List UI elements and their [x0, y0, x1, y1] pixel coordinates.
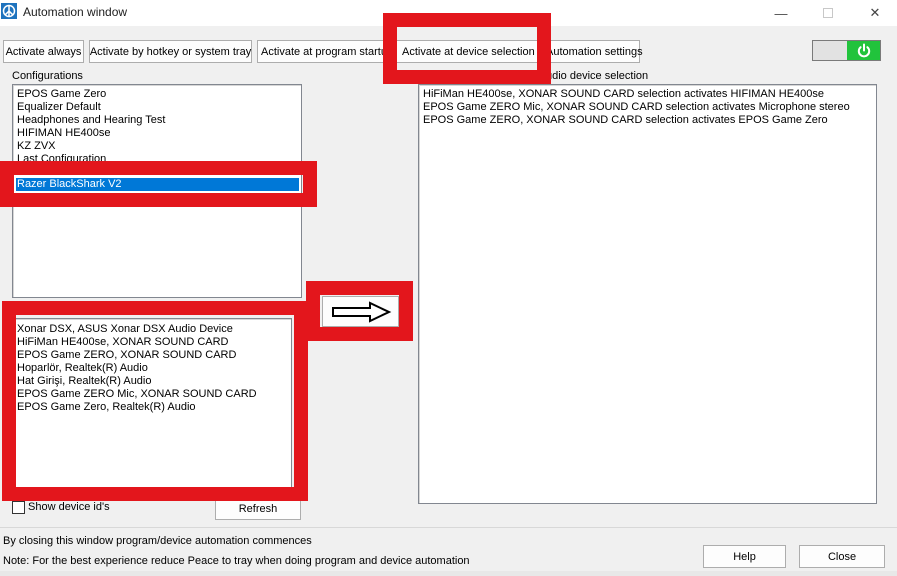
- audio-device-selection-list[interactable]: HiFiMan HE400se, XONAR SOUND CARD select…: [418, 84, 877, 504]
- help-button[interactable]: Help: [703, 545, 786, 568]
- automation-window: Automation window — ✕ Activate always Ac…: [0, 0, 897, 576]
- power-icon: [857, 43, 870, 57]
- tab-activate-at-device-selection[interactable]: Activate at device selection Automation …: [396, 40, 643, 63]
- list-item[interactable]: EPOS Game ZERO, XONAR SOUND CARD selecti…: [423, 114, 828, 127]
- list-item[interactable]: Last Configuration: [17, 153, 106, 166]
- maximize-icon: [823, 8, 833, 18]
- list-item[interactable]: Headphones and Hearing Test: [17, 114, 165, 127]
- tab-activate-always[interactable]: Activate always: [3, 40, 84, 63]
- automation-toggle[interactable]: [812, 40, 881, 61]
- configurations-list[interactable]: EPOS Game Zero Equalizer Default Headpho…: [12, 84, 302, 298]
- background-strip: [0, 571, 897, 576]
- audio-device-selection-label: udio device selection: [546, 70, 649, 82]
- close-icon: ✕: [869, 5, 881, 20]
- toggle-on-indicator: [847, 41, 880, 60]
- tab-activate-at-program-startup[interactable]: Activate at program startup: [257, 40, 393, 63]
- list-item[interactable]: EPOS Game ZERO Mic, XONAR SOUND CARD: [17, 388, 257, 401]
- close-button[interactable]: Close: [799, 545, 885, 568]
- list-item[interactable]: KZ ZVX: [17, 140, 56, 153]
- configurations-label: Configurations: [12, 70, 83, 82]
- add-selection-button[interactable]: [322, 296, 399, 327]
- devices-list[interactable]: Xonar DSX, ASUS Xonar DSX Audio Device H…: [12, 318, 292, 498]
- footer-info-text: By closing this window program/device au…: [3, 535, 312, 547]
- refresh-button[interactable]: Refresh: [215, 498, 301, 520]
- list-item[interactable]: EPOS Game Zero: [17, 88, 106, 101]
- list-item[interactable]: Xonar DSX, ASUS Xonar DSX Audio Device: [17, 323, 233, 336]
- minimize-button[interactable]: —: [758, 0, 804, 26]
- list-item[interactable]: EPOS Game ZERO Mic, XONAR SOUND CARD sel…: [423, 101, 850, 114]
- list-item-selected[interactable]: Razer BlackShark V2: [16, 178, 299, 191]
- show-device-ids-checkbox[interactable]: [12, 501, 25, 514]
- list-item[interactable]: HIFIMAN HE400se: [17, 127, 111, 140]
- tab-activate-by-hotkey[interactable]: Activate by hotkey or system tray: [89, 40, 252, 63]
- window-title: Automation window: [23, 5, 128, 19]
- footer-divider: [0, 527, 897, 528]
- list-item[interactable]: HiFiMan HE400se, XONAR SOUND CARD: [17, 336, 229, 349]
- footer-note-text: Note: For the best experience reduce Pea…: [3, 555, 470, 567]
- arrow-right-icon: [331, 300, 391, 323]
- maximize-button: [805, 0, 851, 26]
- show-device-ids-label: Show device id's: [28, 501, 110, 513]
- list-item[interactable]: HiFiMan HE400se, XONAR SOUND CARD select…: [423, 88, 824, 101]
- close-window-button[interactable]: ✕: [852, 0, 897, 26]
- list-item[interactable]: EPOS Game ZERO, XONAR SOUND CARD: [17, 349, 236, 362]
- list-item[interactable]: Equalizer Default: [17, 101, 101, 114]
- minimize-icon: —: [774, 5, 788, 21]
- title-bar: Automation window — ✕: [0, 0, 897, 26]
- list-item[interactable]: EPOS Game Zero, Realtek(R) Audio: [17, 401, 196, 414]
- list-item[interactable]: Hoparlör, Realtek(R) Audio: [17, 362, 148, 375]
- list-item[interactable]: Hat Girişi, Realtek(R) Audio: [17, 375, 152, 388]
- peace-app-icon: [1, 3, 17, 19]
- tab-automation-settings-label[interactable]: Automation settings: [546, 46, 643, 58]
